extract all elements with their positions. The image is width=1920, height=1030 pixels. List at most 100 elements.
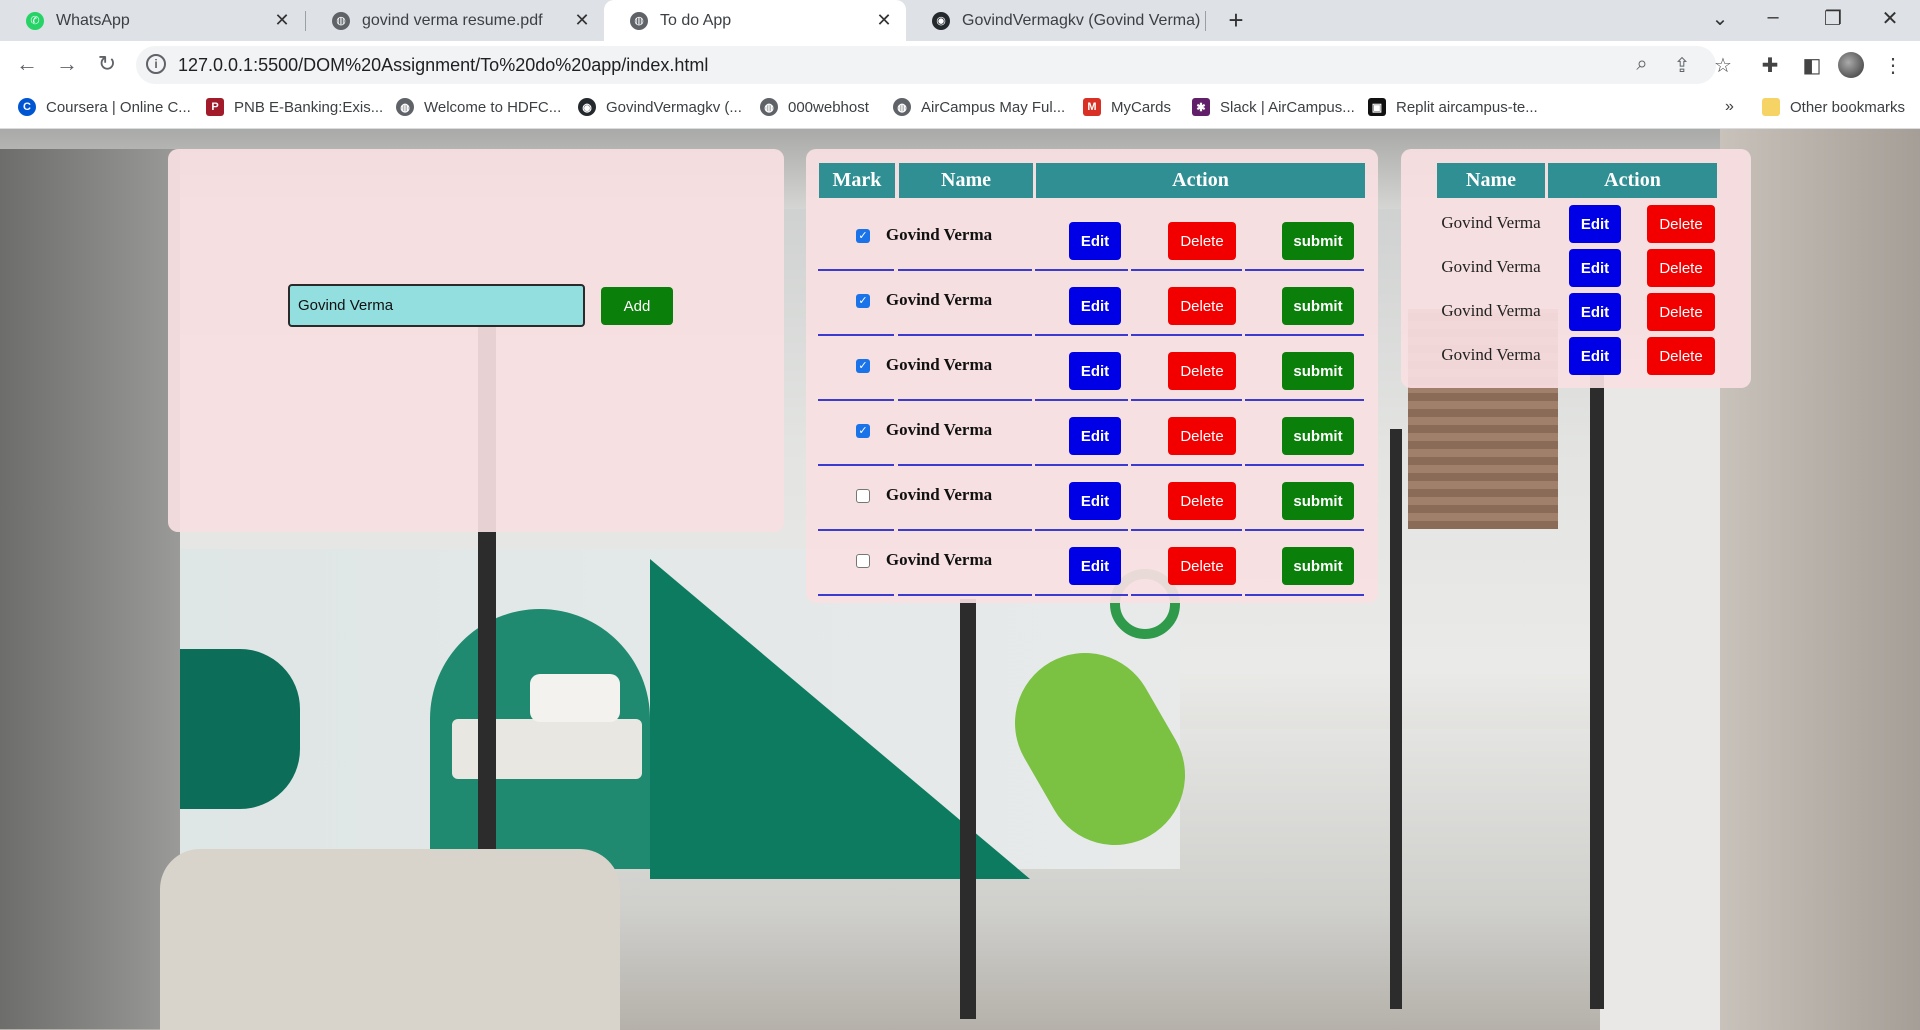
globe-icon: ◍: [760, 98, 778, 116]
tab-whatsapp[interactable]: ✆ WhatsApp ✕: [0, 0, 304, 41]
edit-button[interactable]: Edit: [1569, 249, 1621, 287]
bookmark-replit[interactable]: ▣ Replit aircampus-te...: [1368, 98, 1538, 116]
delete-button[interactable]: Delete: [1168, 222, 1236, 260]
submitted-name: Govind Verma: [1441, 345, 1541, 364]
task-name-input[interactable]: [288, 284, 585, 327]
globe-icon: ◍: [630, 11, 648, 30]
edit-button[interactable]: Edit: [1069, 222, 1121, 260]
new-tab-icon[interactable]: +: [1222, 5, 1250, 36]
delete-button[interactable]: Delete: [1168, 547, 1236, 585]
tab-resume-pdf[interactable]: ◍ govind verma resume.pdf ✕: [306, 0, 604, 41]
extensions-icon[interactable]: ✚: [1757, 53, 1783, 78]
mark-checkbox[interactable]: ✓: [856, 424, 870, 438]
edit-button[interactable]: Edit: [1069, 547, 1121, 585]
edit-button[interactable]: Edit: [1569, 205, 1621, 243]
submit-button[interactable]: submit: [1282, 547, 1354, 585]
mark-checkbox[interactable]: ✓: [856, 229, 870, 243]
zoom-icon[interactable]: ⌕: [1630, 53, 1654, 76]
edit-button[interactable]: Edit: [1569, 337, 1621, 375]
profile-avatar[interactable]: [1838, 52, 1864, 78]
add-button[interactable]: Add: [601, 287, 673, 325]
bookmark-label: Welcome to HDFC...: [424, 98, 562, 116]
bookmark-hdfc[interactable]: ◍ Welcome to HDFC...: [396, 98, 561, 116]
edit-button[interactable]: Edit: [1069, 417, 1121, 455]
bookmark-pnb[interactable]: P PNB E-Banking:Exis...: [206, 98, 383, 116]
folder-icon: [1762, 98, 1780, 116]
edit-button[interactable]: Edit: [1069, 287, 1121, 325]
bookmark-aircampus[interactable]: ◍ AirCampus May Ful...: [893, 98, 1065, 116]
tab-github[interactable]: ◉ GovindVermagkv (Govind Verma): [906, 0, 1208, 41]
table-row: ✓ Govind Verma Edit Delete submit: [818, 335, 1364, 401]
row-divider: [1245, 594, 1364, 596]
edit-button[interactable]: Edit: [1569, 293, 1621, 331]
task-name: Govind Verma: [885, 290, 993, 309]
tab-label: To do App: [660, 11, 732, 29]
minimize-icon[interactable]: –: [1753, 6, 1793, 29]
table-row: Govind Verma Edit Delete submit: [818, 530, 1364, 596]
tab-todo-app[interactable]: ◍ To do App ✕: [604, 0, 906, 41]
coursera-icon: C: [18, 98, 36, 116]
task-name: Govind Verma: [885, 485, 993, 504]
bookmark-000webhost[interactable]: ◍ 000webhost: [760, 98, 869, 116]
reload-icon[interactable]: ↻: [92, 51, 122, 77]
row-divider: [818, 594, 894, 596]
mark-checkbox[interactable]: ✓: [856, 359, 870, 373]
close-tab-icon[interactable]: ✕: [572, 10, 592, 31]
menu-kebab-icon[interactable]: ⋮: [1880, 53, 1906, 78]
submitted-header-action: Action: [1548, 163, 1717, 198]
row-divider: [1035, 594, 1128, 596]
close-tab-icon[interactable]: ✕: [874, 10, 894, 31]
globe-icon: ◍: [893, 98, 911, 116]
forward-arrow-icon[interactable]: →: [52, 51, 82, 77]
submit-button[interactable]: submit: [1282, 417, 1354, 455]
edit-button[interactable]: Edit: [1069, 482, 1121, 520]
bookmark-star-icon[interactable]: ☆: [1710, 53, 1736, 78]
bookmark-label: Other bookmarks: [1790, 98, 1906, 116]
task-name: Govind Verma: [885, 420, 993, 439]
mark-checkbox[interactable]: [856, 554, 870, 568]
bookmarks-overflow-button[interactable]: »: [1725, 98, 1734, 116]
delete-button[interactable]: Delete: [1647, 249, 1715, 287]
bookmark-label: Slack | AirCampus...: [1220, 98, 1355, 116]
address-bar[interactable]: i 127.0.0.1:5500/DOM%20Assignment/To%20d…: [136, 46, 1716, 84]
restore-icon[interactable]: ❐: [1813, 6, 1853, 31]
mark-checkbox[interactable]: ✓: [856, 294, 870, 308]
back-arrow-icon[interactable]: ←: [12, 51, 42, 77]
row-divider: [898, 594, 1032, 596]
delete-button[interactable]: Delete: [1168, 417, 1236, 455]
delete-button[interactable]: Delete: [1647, 293, 1715, 331]
bookmark-github[interactable]: ◉ GovindVermagkv (...: [578, 98, 742, 116]
submit-button[interactable]: submit: [1282, 482, 1354, 520]
bookmark-slack[interactable]: ✱ Slack | AirCampus...: [1192, 98, 1355, 116]
header-mark: Mark: [819, 163, 895, 198]
task-name: Govind Verma: [885, 355, 993, 374]
delete-button[interactable]: Delete: [1168, 287, 1236, 325]
submitted-name: Govind Verma: [1441, 213, 1541, 232]
delete-button[interactable]: Delete: [1647, 337, 1715, 375]
table-row: ✓ Govind Verma Edit Delete submit: [818, 205, 1364, 271]
edit-button[interactable]: Edit: [1069, 352, 1121, 390]
row-divider: [1131, 594, 1242, 596]
close-tab-icon[interactable]: ✕: [272, 10, 292, 31]
close-window-icon[interactable]: ✕: [1870, 6, 1910, 31]
share-icon[interactable]: ⇪: [1670, 53, 1694, 78]
other-bookmarks-folder[interactable]: Other bookmarks: [1762, 98, 1905, 116]
tab-label: govind verma resume.pdf: [362, 11, 543, 29]
bookmark-label: GovindVermagkv (...: [606, 98, 742, 116]
add-task-card: Add: [168, 149, 784, 532]
side-panel-icon[interactable]: ◧: [1799, 53, 1825, 78]
tab-search-chevron-icon[interactable]: ⌄: [1700, 6, 1740, 31]
submit-button[interactable]: submit: [1282, 222, 1354, 260]
bookmark-label: PNB E-Banking:Exis...: [234, 98, 384, 116]
bookmark-mycards[interactable]: M MyCards: [1083, 98, 1171, 116]
tab-label: GovindVermagkv (Govind Verma): [962, 11, 1201, 29]
site-info-icon[interactable]: i: [146, 54, 166, 74]
submit-button[interactable]: submit: [1282, 352, 1354, 390]
submit-button[interactable]: submit: [1282, 287, 1354, 325]
bookmark-coursera[interactable]: C Coursera | Online C...: [18, 98, 191, 116]
task-table-card: Mark Name Action ✓ Govind Verma Edit Delete…: [806, 149, 1378, 603]
delete-button[interactable]: Delete: [1168, 352, 1236, 390]
mark-checkbox[interactable]: [856, 489, 870, 503]
delete-button[interactable]: Delete: [1647, 205, 1715, 243]
delete-button[interactable]: Delete: [1168, 482, 1236, 520]
